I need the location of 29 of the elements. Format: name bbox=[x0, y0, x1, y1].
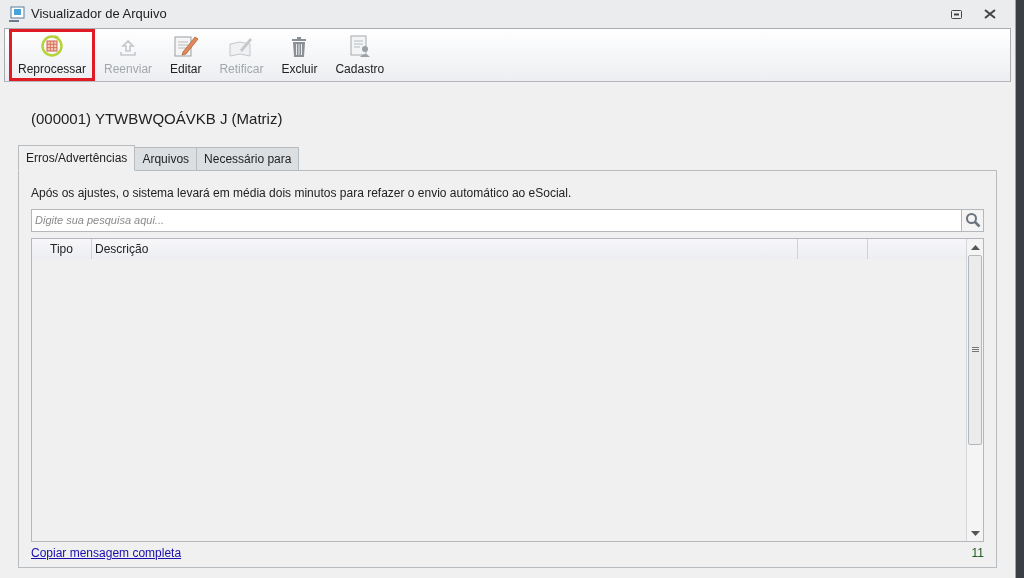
toolbar-button[interactable]: Cadastro bbox=[326, 29, 394, 81]
toolbar-button[interactable]: Reprocessar bbox=[9, 29, 96, 81]
upload-icon bbox=[118, 38, 139, 58]
document-pencil-icon bbox=[172, 34, 199, 58]
tab[interactable]: Necessário para bbox=[196, 146, 300, 171]
scroll-up-icon bbox=[970, 244, 980, 250]
record-heading: (000001) YTWBWQOÁVKB J (Matriz) bbox=[31, 109, 284, 129]
copy-message-link[interactable]: Copiar mensagem completa bbox=[31, 544, 182, 562]
monitor-document-icon bbox=[8, 5, 26, 23]
document-person-icon bbox=[347, 34, 372, 58]
close-icon bbox=[984, 9, 996, 19]
calculator-refresh-icon bbox=[40, 34, 64, 58]
search-icon bbox=[964, 212, 981, 228]
grip-icon bbox=[971, 347, 979, 352]
scrollbar-thumb[interactable] bbox=[968, 254, 982, 445]
search-button[interactable] bbox=[962, 208, 984, 232]
window-title: Visualizador de Arquivo bbox=[31, 5, 167, 24]
restore-icon bbox=[950, 9, 962, 19]
column-header: Descrição bbox=[95, 240, 149, 258]
column-header: Tipo bbox=[50, 240, 73, 258]
row-count: 11 bbox=[971, 545, 984, 562]
tab[interactable]: Arquivos bbox=[134, 146, 198, 171]
toolbar-button[interactable]: Excluir bbox=[272, 29, 327, 81]
search-field[interactable]: Digite sua pesquisa aqui... bbox=[31, 208, 962, 232]
toolbar-button[interactable]: Editar bbox=[161, 29, 211, 81]
book-pencil-icon bbox=[228, 36, 255, 58]
scroll-down-icon bbox=[970, 531, 980, 536]
tab[interactable]: Erros/Advertências bbox=[18, 144, 136, 171]
notice-text: Após os ajustes, o sistema levará em média dois minutos para refazer o envio automático ao eSocial. bbox=[31, 184, 573, 202]
